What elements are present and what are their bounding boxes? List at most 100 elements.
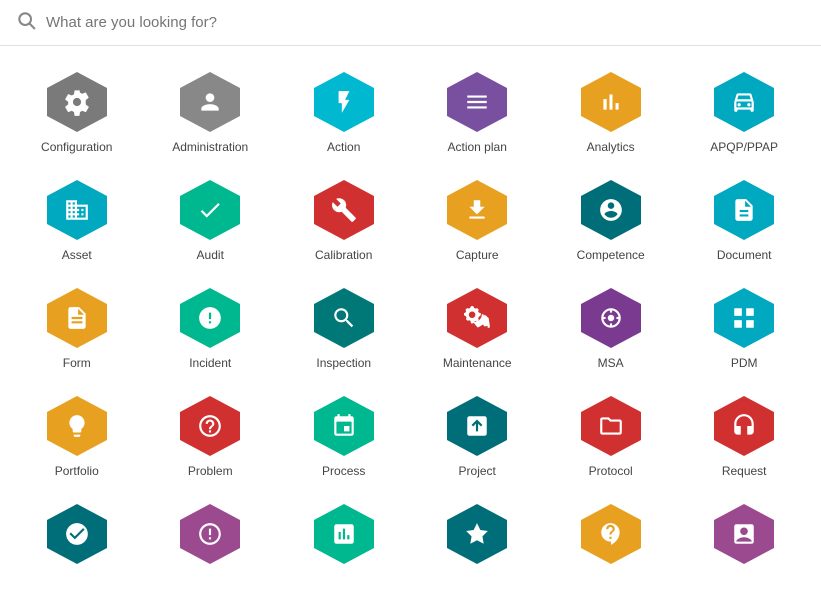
icon-label-apqp-ppap: APQP/PPAP xyxy=(710,140,778,154)
icon-item-icon-r5-6[interactable] xyxy=(677,488,810,582)
hex-icon-problem xyxy=(178,394,242,458)
hex-icon-icon-r5-3 xyxy=(312,502,376,566)
icon-label-action: Action xyxy=(327,140,360,154)
icon-symbol-icon-r5-4 xyxy=(464,521,490,547)
icon-symbol-administration xyxy=(197,89,223,115)
hex-icon-audit xyxy=(178,178,242,242)
hex-icon-msa xyxy=(579,286,643,350)
icon-item-form[interactable]: Form xyxy=(10,272,143,380)
hex-icon-icon-r5-4 xyxy=(445,502,509,566)
icon-item-icon-r5-3[interactable] xyxy=(277,488,410,582)
icon-symbol-icon-r5-1 xyxy=(64,521,90,547)
icon-symbol-asset xyxy=(64,197,90,223)
icon-label-inspection: Inspection xyxy=(316,356,371,370)
hex-icon-pdm xyxy=(712,286,776,350)
icon-item-icon-r5-2[interactable] xyxy=(143,488,276,582)
icon-label-pdm: PDM xyxy=(731,356,758,370)
icon-item-administration[interactable]: Administration xyxy=(143,56,276,164)
hex-icon-icon-r5-1 xyxy=(45,502,109,566)
hex-icon-document xyxy=(712,178,776,242)
icon-item-process[interactable]: Process xyxy=(277,380,410,488)
icon-item-problem[interactable]: Problem xyxy=(143,380,276,488)
icon-label-process: Process xyxy=(322,464,365,478)
icon-item-apqp-ppap[interactable]: APQP/PPAP xyxy=(677,56,810,164)
icon-symbol-document xyxy=(731,197,757,223)
icon-label-form: Form xyxy=(63,356,91,370)
hex-icon-analytics xyxy=(579,70,643,134)
icon-item-icon-r5-1[interactable] xyxy=(10,488,143,582)
icon-item-calibration[interactable]: Calibration xyxy=(277,164,410,272)
icon-symbol-icon-r5-5 xyxy=(598,521,624,547)
icon-label-analytics: Analytics xyxy=(587,140,635,154)
icon-item-request[interactable]: Request xyxy=(677,380,810,488)
icon-label-maintenance: Maintenance xyxy=(443,356,512,370)
hex-icon-configuration xyxy=(45,70,109,134)
search-icon xyxy=(16,10,36,35)
hex-icon-calibration xyxy=(312,178,376,242)
icon-label-action-plan: Action plan xyxy=(448,140,507,154)
icon-grid: Configuration Administration Action xyxy=(0,46,821,592)
icon-symbol-portfolio xyxy=(64,413,90,439)
icon-symbol-maintenance xyxy=(464,305,490,331)
icon-symbol-analytics xyxy=(598,89,624,115)
search-input[interactable] xyxy=(46,14,805,31)
icon-item-document[interactable]: Document xyxy=(677,164,810,272)
hex-icon-inspection xyxy=(312,286,376,350)
icon-symbol-icon-r5-3 xyxy=(331,521,357,547)
hex-icon-icon-r5-6 xyxy=(712,502,776,566)
icon-label-msa: MSA xyxy=(598,356,624,370)
hex-icon-protocol xyxy=(579,394,643,458)
icon-symbol-action-plan xyxy=(464,89,490,115)
hex-icon-asset xyxy=(45,178,109,242)
hex-icon-action-plan xyxy=(445,70,509,134)
hex-icon-portfolio xyxy=(45,394,109,458)
icon-item-protocol[interactable]: Protocol xyxy=(544,380,677,488)
icon-label-administration: Administration xyxy=(172,140,248,154)
icon-item-portfolio[interactable]: Portfolio xyxy=(10,380,143,488)
icon-label-competence: Competence xyxy=(577,248,645,262)
hex-icon-administration xyxy=(178,70,242,134)
hex-icon-process xyxy=(312,394,376,458)
icon-symbol-form xyxy=(64,305,90,331)
hex-icon-maintenance xyxy=(445,286,509,350)
icon-symbol-configuration xyxy=(63,88,91,116)
icon-label-document: Document xyxy=(717,248,772,262)
icon-label-protocol: Protocol xyxy=(589,464,633,478)
hex-icon-project xyxy=(445,394,509,458)
icon-label-asset: Asset xyxy=(62,248,92,262)
icon-item-inspection[interactable]: Inspection xyxy=(277,272,410,380)
icon-label-portfolio: Portfolio xyxy=(55,464,99,478)
icon-symbol-apqp-ppap xyxy=(731,89,757,115)
hex-icon-icon-r5-2 xyxy=(178,502,242,566)
search-bar xyxy=(0,0,821,46)
hex-icon-competence xyxy=(579,178,643,242)
icon-item-capture[interactable]: Capture xyxy=(410,164,543,272)
icon-symbol-capture xyxy=(464,197,490,223)
icon-label-project: Project xyxy=(459,464,496,478)
icon-item-action-plan[interactable]: Action plan xyxy=(410,56,543,164)
icon-item-asset[interactable]: Asset xyxy=(10,164,143,272)
icon-symbol-request xyxy=(731,413,757,439)
icon-item-action[interactable]: Action xyxy=(277,56,410,164)
icon-symbol-msa xyxy=(598,305,624,331)
icon-item-maintenance[interactable]: Maintenance xyxy=(410,272,543,380)
icon-symbol-icon-r5-2 xyxy=(197,521,223,547)
icon-item-pdm[interactable]: PDM xyxy=(677,272,810,380)
icon-item-incident[interactable]: Incident xyxy=(143,272,276,380)
icon-item-analytics[interactable]: Analytics xyxy=(544,56,677,164)
icon-label-problem: Problem xyxy=(188,464,233,478)
icon-item-icon-r5-4[interactable] xyxy=(410,488,543,582)
icon-symbol-calibration xyxy=(331,197,357,223)
icon-item-configuration[interactable]: Configuration xyxy=(10,56,143,164)
icon-label-audit: Audit xyxy=(197,248,224,262)
icon-label-calibration: Calibration xyxy=(315,248,372,262)
icon-item-icon-r5-5[interactable] xyxy=(544,488,677,582)
icon-symbol-competence xyxy=(598,197,624,223)
icon-item-competence[interactable]: Competence xyxy=(544,164,677,272)
icon-item-project[interactable]: Project xyxy=(410,380,543,488)
hex-icon-icon-r5-5 xyxy=(579,502,643,566)
icon-symbol-icon-r5-6 xyxy=(731,521,757,547)
hex-icon-action xyxy=(312,70,376,134)
icon-item-audit[interactable]: Audit xyxy=(143,164,276,272)
icon-item-msa[interactable]: MSA xyxy=(544,272,677,380)
